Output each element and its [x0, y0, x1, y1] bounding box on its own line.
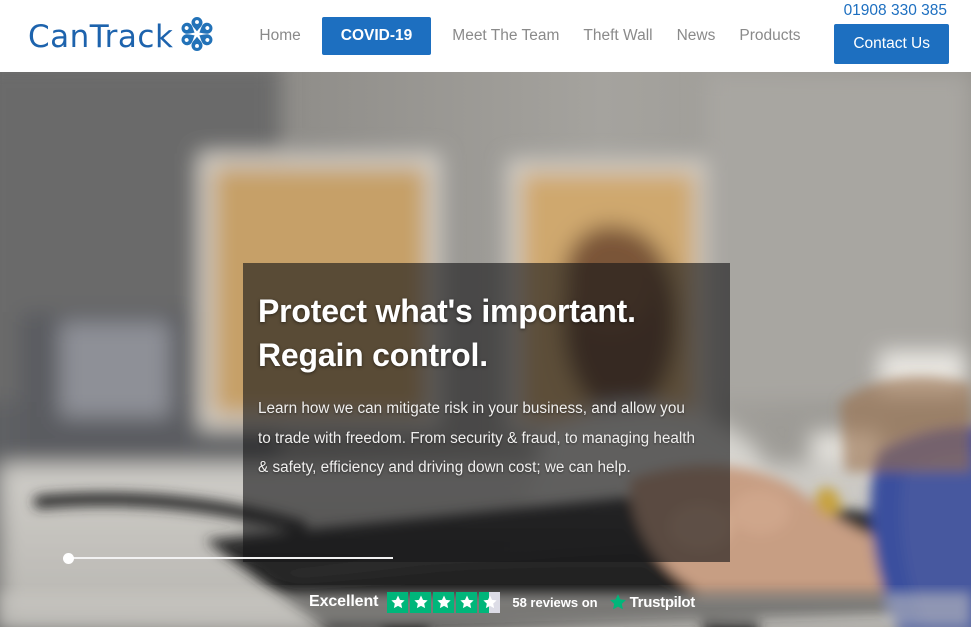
slider-handle-dot-icon[interactable]: [63, 552, 74, 564]
trustpilot-star-rating: [387, 591, 501, 613]
trustpilot-brand-name: Trustpilot: [629, 593, 696, 611]
site-header: CanTrack Home COVID-19 Meet The Team The…: [0, 0, 971, 72]
header-right-group: 01908 330 385 Contact Us: [834, 0, 949, 72]
contact-us-button[interactable]: Contact Us: [834, 24, 949, 64]
hero-title-line-1: Protect what's important.: [258, 293, 636, 329]
cantrack-petal-logo-icon: [174, 11, 220, 57]
trustpilot-rating-label: Excellent: [309, 593, 379, 610]
hero-title: Protect what's important. Regain control…: [258, 290, 700, 377]
hero-carousel-slider[interactable]: [63, 551, 393, 565]
nav-item-theft-wall[interactable]: Theft Wall: [571, 28, 664, 44]
nav-item-products[interactable]: Products: [727, 28, 812, 44]
nav-item-home[interactable]: Home: [247, 28, 312, 44]
brand-wordmark: CanTrack: [28, 18, 174, 55]
trustpilot-star-icon: [456, 591, 478, 613]
trustpilot-star-icon: [609, 594, 626, 610]
nav-item-meet-the-team[interactable]: Meet The Team: [440, 28, 571, 44]
hero-body-text: Learn how we can mitigate risk in your b…: [258, 400, 696, 477]
trustpilot-star-icon: [410, 591, 432, 613]
trustpilot-widget[interactable]: Excellent 58 reviews on Trustpilot: [309, 591, 695, 613]
phone-number-link[interactable]: 01908 330 385: [844, 2, 947, 20]
hero-title-line-2: Regain control.: [258, 336, 488, 373]
trustpilot-half-star-icon: [479, 591, 501, 613]
nav-item-covid-19[interactable]: COVID-19: [321, 17, 432, 55]
trustpilot-logo: Trustpilot: [609, 593, 695, 611]
trustpilot-star-icon: [433, 591, 455, 613]
brand-logo-link[interactable]: CanTrack: [28, 16, 220, 57]
hero-slider-track[interactable]: [68, 556, 393, 560]
nav-item-news[interactable]: News: [665, 28, 728, 44]
hero-section: Protect what's important. Regain control…: [0, 72, 971, 627]
hero-text-card: Protect what's important. Regain control…: [243, 263, 730, 562]
trustpilot-star-icon: [387, 591, 409, 613]
main-navigation: Home COVID-19 Meet The Team Theft Wall N…: [247, 0, 812, 72]
trustpilot-reviews-count: 58 reviews on: [512, 594, 598, 610]
